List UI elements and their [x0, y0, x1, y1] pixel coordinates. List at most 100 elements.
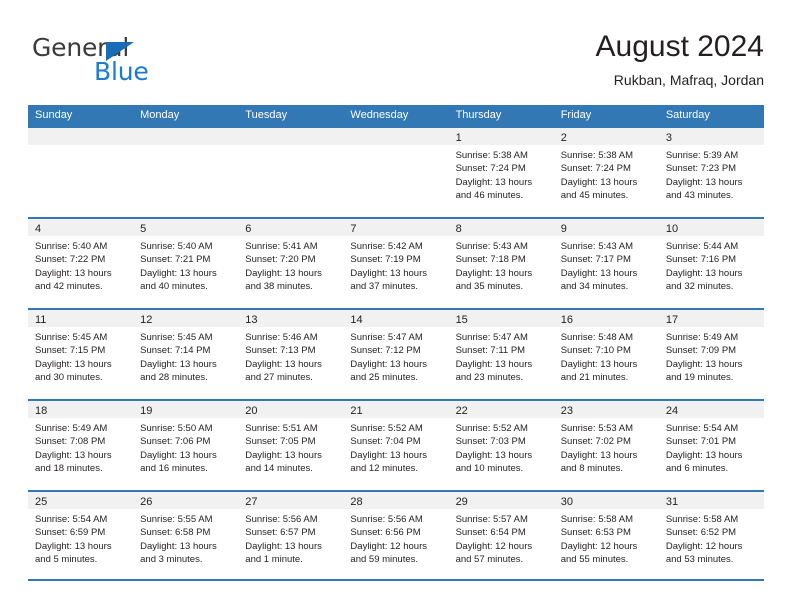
day-number-band: 6	[238, 219, 344, 236]
day-cell[interactable]: 13 Sunrise: 5:46 AM Sunset: 7:13 PM Dayl…	[238, 310, 344, 399]
daylight-line1: Daylight: 13 hours	[455, 267, 533, 279]
daylight-line2: and 16 minutes.	[140, 463, 208, 475]
day-cell[interactable]: 1 Sunrise: 5:38 AM Sunset: 7:24 PM Dayli…	[448, 128, 554, 217]
day-number-band: 19	[133, 401, 239, 418]
day-number-band: 7	[343, 219, 449, 236]
day-info: Sunrise: 5:54 AM Sunset: 7:01 PM Dayligh…	[659, 418, 764, 476]
day-cell[interactable]: 18 Sunrise: 5:49 AM Sunset: 7:08 PM Dayl…	[28, 401, 134, 490]
day-cell[interactable]: 26 Sunrise: 5:55 AM Sunset: 6:58 PM Dayl…	[133, 492, 239, 579]
day-cell[interactable]	[343, 128, 449, 217]
day-cell[interactable]: 4 Sunrise: 5:40 AM Sunset: 7:22 PM Dayli…	[28, 219, 134, 308]
day-cell[interactable]	[133, 128, 239, 217]
sunrise-text: Sunrise: 5:40 AM	[140, 241, 213, 252]
sunset-text: Sunset: 7:15 PM	[35, 345, 106, 357]
day-info: Sunrise: 5:42 AM Sunset: 7:19 PM Dayligh…	[343, 236, 448, 294]
day-info: Sunrise: 5:47 AM Sunset: 7:12 PM Dayligh…	[343, 327, 448, 385]
daylight-line1: Daylight: 13 hours	[245, 358, 322, 370]
daylight-line2: and 40 minutes.	[140, 281, 208, 293]
sunset-text: Sunset: 6:59 PM	[35, 527, 106, 539]
general-blue-logo[interactable]: General Blue	[32, 34, 232, 94]
daylight-line1: Daylight: 13 hours	[350, 358, 427, 370]
day-number-band: 8	[448, 219, 554, 236]
daylight-line2: and 59 minutes.	[350, 554, 419, 566]
day-info: Sunrise: 5:47 AM Sunset: 7:11 PM Dayligh…	[449, 327, 554, 385]
day-cell[interactable]: 12 Sunrise: 5:45 AM Sunset: 7:14 PM Dayl…	[133, 310, 239, 399]
day-cell[interactable]: 15 Sunrise: 5:47 AM Sunset: 7:11 PM Dayl…	[448, 310, 554, 399]
day-cell[interactable]: 25 Sunrise: 5:54 AM Sunset: 6:59 PM Dayl…	[28, 492, 134, 579]
day-info: Sunrise: 5:38 AM Sunset: 7:24 PM Dayligh…	[449, 145, 554, 203]
daylight-line1: Daylight: 13 hours	[665, 449, 743, 461]
day-cell[interactable]: 20 Sunrise: 5:51 AM Sunset: 7:05 PM Dayl…	[238, 401, 344, 490]
day-info: Sunrise: 5:43 AM Sunset: 7:18 PM Dayligh…	[449, 236, 554, 294]
day-cell[interactable]: 16 Sunrise: 5:48 AM Sunset: 7:10 PM Dayl…	[553, 310, 659, 399]
day-cell[interactable]	[28, 128, 134, 217]
daylight-line1: Daylight: 13 hours	[350, 449, 427, 461]
sunset-text: Sunset: 7:23 PM	[665, 163, 737, 175]
day-cell[interactable]: 3 Sunrise: 5:39 AM Sunset: 7:23 PM Dayli…	[658, 128, 764, 217]
daylight-line1: Daylight: 13 hours	[665, 267, 743, 279]
day-info: Sunrise: 5:55 AM Sunset: 6:58 PM Dayligh…	[133, 509, 238, 567]
sunset-text: Sunset: 7:19 PM	[350, 254, 421, 266]
day-cell[interactable]: 19 Sunrise: 5:50 AM Sunset: 7:06 PM Dayl…	[133, 401, 239, 490]
day-cell[interactable]: 2 Sunrise: 5:38 AM Sunset: 7:24 PM Dayli…	[553, 128, 659, 217]
day-cell[interactable]: 29 Sunrise: 5:57 AM Sunset: 6:54 PM Dayl…	[448, 492, 554, 579]
day-cell[interactable]: 30 Sunrise: 5:58 AM Sunset: 6:53 PM Dayl…	[553, 492, 659, 579]
day-cell[interactable]: 11 Sunrise: 5:45 AM Sunset: 7:15 PM Dayl…	[28, 310, 134, 399]
day-cell[interactable]: 24 Sunrise: 5:54 AM Sunset: 7:01 PM Dayl…	[658, 401, 764, 490]
day-cell[interactable]: 8 Sunrise: 5:43 AM Sunset: 7:18 PM Dayli…	[448, 219, 554, 308]
sunset-text: Sunset: 7:24 PM	[560, 163, 631, 175]
day-cell[interactable]: 27 Sunrise: 5:56 AM Sunset: 6:57 PM Dayl…	[238, 492, 344, 579]
day-cell[interactable]: 21 Sunrise: 5:52 AM Sunset: 7:04 PM Dayl…	[343, 401, 449, 490]
daylight-line2: and 23 minutes.	[455, 372, 524, 384]
sunset-text: Sunset: 7:20 PM	[245, 254, 316, 266]
day-cell[interactable]: 7 Sunrise: 5:42 AM Sunset: 7:19 PM Dayli…	[343, 219, 449, 308]
day-number: 9	[560, 223, 567, 235]
day-cell[interactable]: 22 Sunrise: 5:52 AM Sunset: 7:03 PM Dayl…	[448, 401, 554, 490]
daylight-line1: Daylight: 12 hours	[665, 540, 743, 552]
day-number-band: 15	[448, 310, 554, 327]
week-row: 1 Sunrise: 5:38 AM Sunset: 7:24 PM Dayli…	[28, 126, 764, 217]
sunrise-text: Sunrise: 5:38 AM	[455, 150, 528, 161]
daylight-line2: and 5 minutes.	[35, 554, 98, 566]
sunrise-text: Sunrise: 5:52 AM	[350, 423, 423, 434]
day-info: Sunrise: 5:41 AM Sunset: 7:20 PM Dayligh…	[238, 236, 343, 294]
day-number-band: 26	[133, 492, 239, 509]
daylight-line2: and 27 minutes.	[245, 372, 313, 384]
daylight-line2: and 1 minute.	[245, 554, 303, 566]
daylight-line1: Daylight: 13 hours	[35, 267, 112, 279]
day-number-band	[343, 128, 449, 145]
daylight-line1: Daylight: 13 hours	[35, 540, 112, 552]
day-number-band: 17	[658, 310, 764, 327]
daylight-line2: and 21 minutes.	[560, 372, 629, 384]
day-cell[interactable]: 31 Sunrise: 5:58 AM Sunset: 6:52 PM Dayl…	[658, 492, 764, 579]
day-cell[interactable]: 17 Sunrise: 5:49 AM Sunset: 7:09 PM Dayl…	[658, 310, 764, 399]
daylight-line2: and 8 minutes.	[560, 463, 624, 475]
sunrise-text: Sunrise: 5:51 AM	[245, 423, 318, 434]
day-cell[interactable]: 6 Sunrise: 5:41 AM Sunset: 7:20 PM Dayli…	[238, 219, 344, 308]
day-cell[interactable]: 28 Sunrise: 5:56 AM Sunset: 6:56 PM Dayl…	[343, 492, 449, 579]
day-cell[interactable]: 9 Sunrise: 5:43 AM Sunset: 7:17 PM Dayli…	[553, 219, 659, 308]
sunrise-text: Sunrise: 5:58 AM	[665, 514, 739, 525]
daylight-line1: Daylight: 13 hours	[455, 358, 533, 370]
daylight-line2: and 57 minutes.	[455, 554, 524, 566]
day-cell[interactable]: 14 Sunrise: 5:47 AM Sunset: 7:12 PM Dayl…	[343, 310, 449, 399]
day-number-band: 25	[28, 492, 134, 509]
daylight-line1: Daylight: 13 hours	[245, 267, 322, 279]
daylight-line2: and 32 minutes.	[665, 281, 734, 293]
day-info	[343, 145, 448, 149]
day-cell[interactable]	[238, 128, 344, 217]
day-info: Sunrise: 5:38 AM Sunset: 7:24 PM Dayligh…	[554, 145, 659, 203]
day-number: 15	[455, 314, 468, 326]
day-cell[interactable]: 10 Sunrise: 5:44 AM Sunset: 7:16 PM Dayl…	[658, 219, 764, 308]
sunrise-text: Sunrise: 5:57 AM	[455, 514, 528, 525]
day-number-band: 12	[133, 310, 239, 327]
day-cell[interactable]: 23 Sunrise: 5:53 AM Sunset: 7:02 PM Dayl…	[553, 401, 659, 490]
sunrise-text: Sunrise: 5:46 AM	[245, 332, 318, 343]
sunrise-text: Sunrise: 5:48 AM	[560, 332, 634, 343]
weekday-header-wednesday: Wednesday	[350, 109, 409, 121]
weekday-header-friday: Friday	[560, 109, 592, 121]
daylight-line2: and 46 minutes.	[455, 190, 524, 202]
day-info: Sunrise: 5:53 AM Sunset: 7:02 PM Dayligh…	[554, 418, 659, 476]
day-cell[interactable]: 5 Sunrise: 5:40 AM Sunset: 7:21 PM Dayli…	[133, 219, 239, 308]
day-info: Sunrise: 5:49 AM Sunset: 7:08 PM Dayligh…	[28, 418, 133, 476]
